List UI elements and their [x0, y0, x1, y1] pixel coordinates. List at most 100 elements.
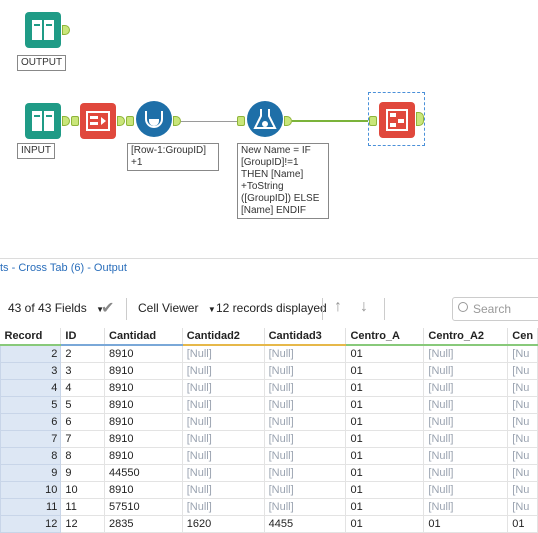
fields-dropdown[interactable]: 43 of 43 Fields ▼ [8, 301, 104, 315]
table-cell[interactable]: 8910 [104, 480, 183, 499]
table-row[interactable]: 9 9 44550 [Null] [Null] 01 [Null] [Nu [0, 463, 538, 482]
multirow-anchor-out[interactable] [173, 116, 181, 126]
table-cell[interactable]: 8910 [104, 446, 183, 465]
table-row[interactable]: 7 7 8910 [Null] [Null] 01 [Null] [Nu [0, 429, 538, 448]
table-cell[interactable]: [Nu [507, 378, 538, 397]
table-row[interactable]: 12 12 2835 1620 4455 01 01 01 [0, 514, 538, 533]
table-cell[interactable]: [Null] [181, 480, 265, 499]
search-input[interactable]: Search [452, 297, 538, 321]
table-cell[interactable]: 44550 [104, 463, 183, 482]
table-cell[interactable]: [Nu [507, 344, 538, 363]
record-number-cell[interactable]: 8 [0, 446, 62, 465]
input-data-tool[interactable] [25, 103, 61, 139]
table-cell[interactable]: 4 [60, 378, 106, 397]
multi-row-formula-tool[interactable] [136, 101, 172, 137]
table-row[interactable]: 5 5 8910 [Null] [Null] 01 [Null] [Nu [0, 395, 538, 414]
select-anchor-in[interactable] [71, 116, 79, 126]
table-cell[interactable]: 11 [60, 497, 106, 516]
crosstab-anchor-out[interactable] [416, 112, 424, 126]
table-cell[interactable]: [Null] [181, 344, 265, 363]
table-cell[interactable]: [Null] [263, 344, 347, 363]
column-header[interactable]: ID [60, 328, 106, 346]
table-cell[interactable]: [Null] [181, 446, 265, 465]
table-cell[interactable]: [Null] [181, 412, 265, 431]
table-cell[interactable]: 5 [60, 395, 106, 414]
table-cell[interactable]: 9 [60, 463, 106, 482]
table-cell[interactable]: 01 [345, 497, 425, 516]
table-cell[interactable]: [Null] [263, 497, 347, 516]
table-cell[interactable]: [Null] [423, 378, 509, 397]
output-anchor[interactable] [62, 25, 70, 35]
table-cell[interactable]: 8910 [104, 361, 183, 380]
output-data-tool[interactable] [25, 12, 61, 48]
table-row[interactable]: 6 6 8910 [Null] [Null] 01 [Null] [Nu [0, 412, 538, 431]
table-cell[interactable]: [Null] [263, 480, 347, 499]
table-cell[interactable]: 8910 [104, 429, 183, 448]
table-cell[interactable]: 7 [60, 429, 106, 448]
table-cell[interactable]: 2 [60, 344, 106, 363]
record-number-cell[interactable]: 11 [0, 497, 62, 516]
table-cell[interactable]: [Null] [263, 429, 347, 448]
table-row[interactable]: 11 11 57510 [Null] [Null] 01 [Null] [Nu [0, 497, 538, 516]
column-header[interactable]: Centro_A2 [423, 328, 509, 346]
table-row[interactable]: 4 4 8910 [Null] [Null] 01 [Null] [Nu [0, 378, 538, 397]
table-cell[interactable]: 8910 [104, 412, 183, 431]
record-number-cell[interactable]: 10 [0, 480, 62, 499]
table-cell[interactable]: 01 [345, 446, 425, 465]
select-anchor-out[interactable] [117, 116, 125, 126]
table-cell[interactable]: 01 [345, 344, 425, 363]
table-cell[interactable]: [Null] [263, 378, 347, 397]
table-row[interactable]: 8 8 8910 [Null] [Null] 01 [Null] [Nu [0, 446, 538, 465]
record-number-cell[interactable]: 3 [0, 361, 62, 380]
checkmark-icon[interactable]: ✔ [101, 298, 114, 318]
record-number-cell[interactable]: 9 [0, 463, 62, 482]
table-cell[interactable]: [Null] [423, 361, 509, 380]
table-cell[interactable]: 01 [345, 514, 425, 533]
table-cell[interactable]: 8910 [104, 378, 183, 397]
table-cell[interactable]: 01 [345, 378, 425, 397]
table-cell[interactable]: [Null] [263, 361, 347, 380]
table-cell[interactable]: [Nu [507, 497, 538, 516]
table-row[interactable]: 3 3 8910 [Null] [Null] 01 [Null] [Nu [0, 361, 538, 380]
table-cell[interactable]: 3 [60, 361, 106, 380]
formula-anchor-out[interactable] [284, 116, 292, 126]
table-cell[interactable]: [Nu [507, 480, 538, 499]
table-cell[interactable]: [Null] [423, 463, 509, 482]
table-cell[interactable]: [Nu [507, 446, 538, 465]
formula-tool[interactable] [247, 101, 283, 137]
table-cell[interactable]: 01 [507, 514, 538, 533]
record-number-cell[interactable]: 7 [0, 429, 62, 448]
column-header[interactable]: Cantidad [104, 328, 183, 346]
table-cell[interactable]: [Null] [263, 446, 347, 465]
table-cell[interactable]: [Null] [263, 412, 347, 431]
table-cell[interactable]: [Nu [507, 463, 538, 482]
table-cell[interactable]: 8910 [104, 344, 183, 363]
workflow-canvas[interactable]: OUTPUT INPUT [Row-1:GroupID] +1 New Name… [0, 0, 538, 258]
table-cell[interactable]: [Null] [181, 378, 265, 397]
table-cell[interactable]: 8 [60, 446, 106, 465]
table-cell[interactable]: 01 [345, 395, 425, 414]
arrow-down-icon[interactable]: ↓ [360, 298, 368, 316]
table-cell[interactable]: 57510 [104, 497, 183, 516]
table-cell[interactable]: [Null] [181, 361, 265, 380]
table-cell[interactable]: [Nu [507, 361, 538, 380]
table-cell[interactable]: [Null] [423, 344, 509, 363]
table-cell[interactable]: 8910 [104, 395, 183, 414]
table-cell[interactable]: [Null] [181, 429, 265, 448]
table-cell[interactable]: 01 [345, 463, 425, 482]
record-number-cell[interactable]: 5 [0, 395, 62, 414]
table-cell[interactable]: 01 [345, 412, 425, 431]
arrow-up-icon[interactable]: ↑ [334, 298, 342, 316]
record-number-cell[interactable]: 4 [0, 378, 62, 397]
table-cell[interactable]: 10 [60, 480, 106, 499]
table-cell[interactable]: [Nu [507, 429, 538, 448]
multirow-anchor-in[interactable] [126, 116, 134, 126]
table-cell[interactable]: [Null] [423, 395, 509, 414]
table-cell[interactable]: 12 [60, 514, 106, 533]
record-number-cell[interactable]: 2 [0, 344, 62, 363]
column-header[interactable]: Record [0, 328, 62, 346]
table-cell[interactable]: [Nu [507, 395, 538, 414]
table-cell[interactable]: [Null] [423, 429, 509, 448]
table-cell[interactable]: 01 [345, 480, 425, 499]
table-row[interactable]: 2 2 8910 [Null] [Null] 01 [Null] [Nu [0, 344, 538, 363]
